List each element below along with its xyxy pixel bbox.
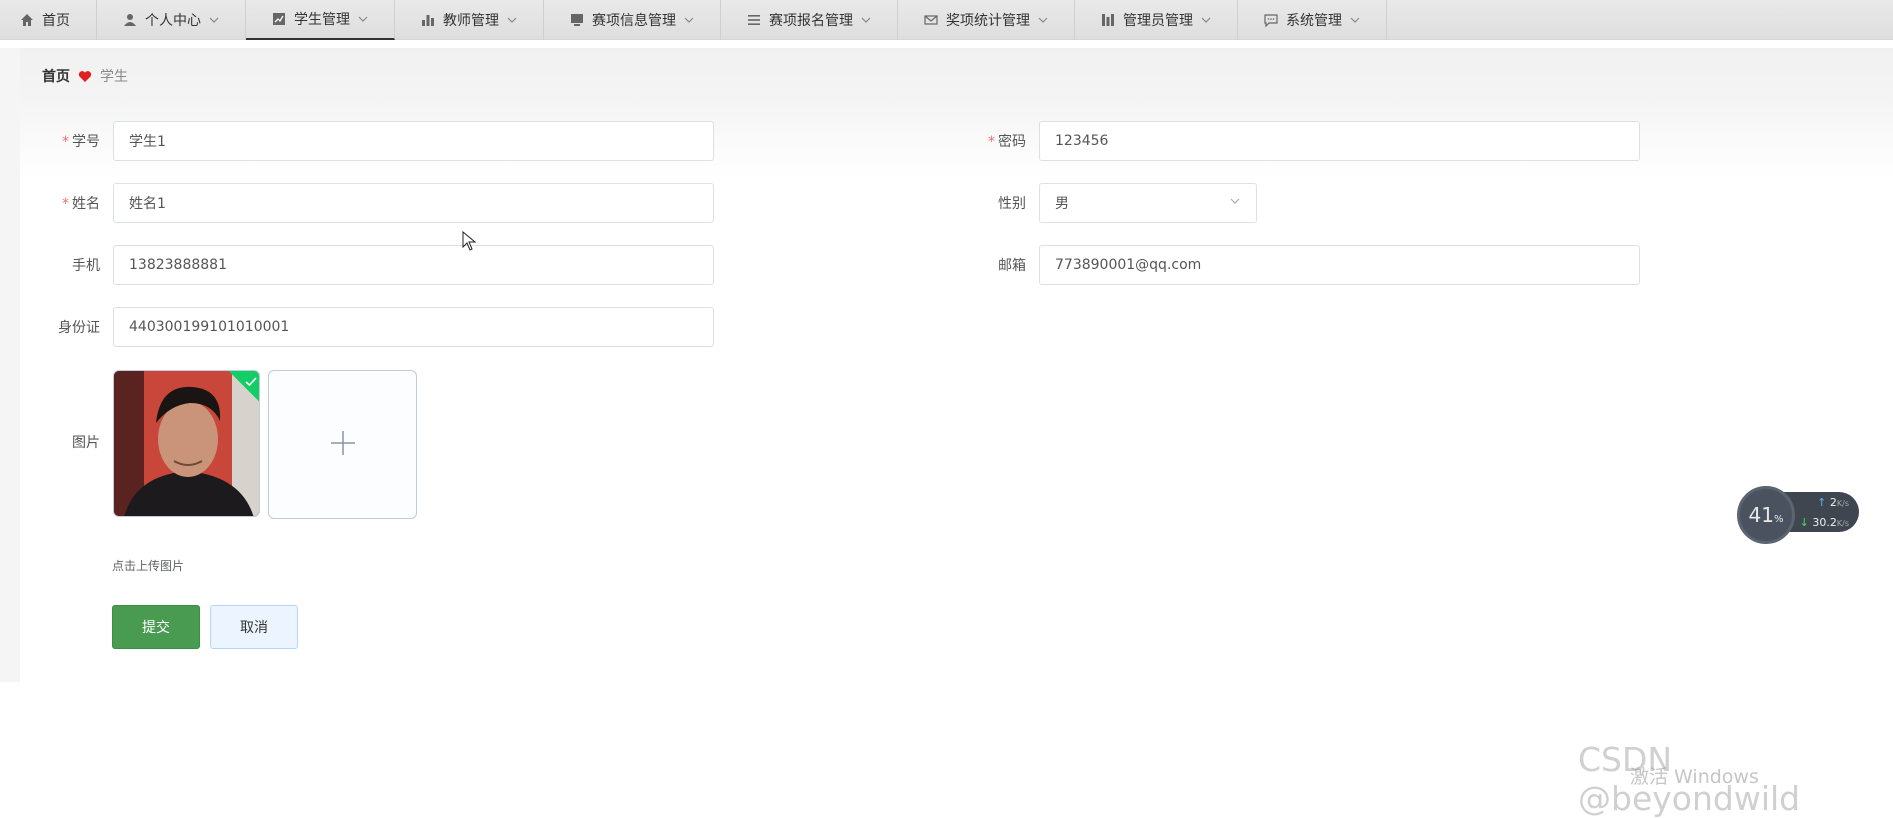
download-speed: ↓ 30.2K/s <box>1800 516 1849 529</box>
bar-chart-icon <box>421 13 435 27</box>
field-name: * 姓名 姓名1 <box>42 183 714 223</box>
cancel-button[interactable]: 取消 <box>210 605 298 649</box>
field-phone: 手机 13823888881 <box>42 245 714 285</box>
nav-item-label: 赛项信息管理 <box>592 13 676 29</box>
chevron-down-icon <box>1038 15 1048 25</box>
nav-item-label: 奖项统计管理 <box>946 13 1030 29</box>
breadcrumb-home[interactable]: 首页 <box>42 66 70 86</box>
gender-label: 性别 <box>998 196 1026 212</box>
breadcrumb: 首页 学生 <box>42 66 128 86</box>
name-input[interactable]: 姓名1 <box>113 183 714 223</box>
upload-speed-value: 2 <box>1829 496 1837 509</box>
field-email: 邮箱 773890001@qq.com <box>968 245 1640 285</box>
list-icon <box>747 13 761 27</box>
student-id-input[interactable]: 学生1 <box>113 121 714 161</box>
left-strip <box>0 48 20 682</box>
submit-button[interactable]: 提交 <box>112 605 200 649</box>
phone-input[interactable]: 13823888881 <box>113 245 714 285</box>
download-speed-value: 30.2 <box>1812 516 1837 529</box>
nav-item-admin[interactable]: 管理员管理 <box>1075 0 1238 40</box>
mouse-cursor-icon <box>462 230 477 255</box>
upload-speed: ↑ 2K/s <box>1817 496 1849 509</box>
usage-unit: % <box>1773 513 1784 525</box>
usage-percent: 41 <box>1748 503 1774 527</box>
nav-item-registration[interactable]: 赛项报名管理 <box>721 0 898 40</box>
student-id-label: 学号 <box>72 134 100 150</box>
phone-label: 手机 <box>72 258 100 274</box>
name-label: 姓名 <box>72 196 100 212</box>
upload-tip: 点击上传图片 <box>112 559 185 573</box>
field-label: * 密码 <box>968 131 1026 151</box>
nav-item-label: 教师管理 <box>443 13 499 29</box>
field-password: * 密码 123456 <box>968 121 1640 161</box>
portrait-image <box>114 371 259 516</box>
uploaded-photo[interactable] <box>113 370 260 517</box>
nav-item-label: 学生管理 <box>294 12 350 28</box>
home-icon <box>20 13 34 27</box>
image-label: 图片 <box>72 435 100 451</box>
password-label: 密码 <box>998 134 1026 150</box>
upload-speed-unit: K/s <box>1836 499 1849 508</box>
chevron-down-icon <box>358 14 368 24</box>
chevron-down-icon <box>684 15 694 25</box>
gender-select[interactable]: 男 <box>1039 183 1257 223</box>
nav-item-student[interactable]: 学生管理 <box>246 0 395 40</box>
chevron-down-icon <box>209 15 219 25</box>
nav-item-label: 首页 <box>42 13 70 29</box>
email-input[interactable]: 773890001@qq.com <box>1039 245 1640 285</box>
id-card-input[interactable]: 440300199101010001 <box>113 307 714 347</box>
check-icon <box>245 372 257 391</box>
chevron-down-icon <box>1229 195 1241 211</box>
arrow-down-icon: ↓ <box>1799 516 1809 529</box>
field-id-card: 身份证 440300199101010001 <box>42 307 714 347</box>
field-label: * 学号 <box>42 131 100 151</box>
field-label: * 姓名 <box>42 193 100 213</box>
user-icon <box>123 13 137 27</box>
nav-item-system[interactable]: 系统管理 <box>1238 0 1387 40</box>
chat-icon <box>1264 13 1278 27</box>
chevron-down-icon <box>861 15 871 25</box>
id-card-label: 身份证 <box>58 320 100 336</box>
nav-item-label: 赛项报名管理 <box>769 13 853 29</box>
upload-button[interactable] <box>268 370 417 519</box>
arrow-up-icon: ↑ <box>1817 496 1827 509</box>
download-speed-unit: K/s <box>1836 519 1849 528</box>
required-mark: * <box>988 134 995 150</box>
required-mark: * <box>62 196 69 212</box>
mail-icon <box>924 13 938 27</box>
top-navigation: 首页 个人中心 学生管理 教师管理 赛项信息管理 赛项报名管理 奖项统计管理 管… <box>0 0 1893 40</box>
chart-icon <box>272 12 286 26</box>
nav-item-teacher[interactable]: 教师管理 <box>395 0 544 40</box>
monitor-icon <box>570 13 584 27</box>
nav-item-label: 系统管理 <box>1286 13 1342 29</box>
field-gender: 性别 男 <box>968 183 1257 223</box>
chevron-down-icon <box>1201 15 1211 25</box>
nav-item-competition-info[interactable]: 赛项信息管理 <box>544 0 721 40</box>
network-speed-widget[interactable]: 41% ↑ 2K/s ↓ 30.2K/s <box>1737 486 1859 544</box>
nav-item-profile[interactable]: 个人中心 <box>97 0 246 40</box>
columns-icon <box>1101 13 1115 27</box>
breadcrumb-current: 学生 <box>100 69 128 85</box>
chevron-down-icon <box>1350 15 1360 25</box>
chevron-down-icon <box>507 15 517 25</box>
password-input[interactable]: 123456 <box>1039 121 1640 161</box>
required-mark: * <box>62 134 69 150</box>
nav-item-award-stats[interactable]: 奖项统计管理 <box>898 0 1075 40</box>
windows-activation-watermark: 激活 Windows <box>1630 766 1759 788</box>
gender-value: 男 <box>1055 196 1069 212</box>
field-student-id: * 学号 学生1 <box>42 121 714 161</box>
email-label: 邮箱 <box>998 258 1026 274</box>
plus-icon <box>330 430 356 460</box>
nav-item-home[interactable]: 首页 <box>0 0 97 40</box>
nav-item-label: 个人中心 <box>145 13 201 29</box>
nav-item-label: 管理员管理 <box>1123 13 1193 29</box>
usage-gauge: 41% <box>1737 486 1795 544</box>
heart-icon <box>78 70 92 83</box>
